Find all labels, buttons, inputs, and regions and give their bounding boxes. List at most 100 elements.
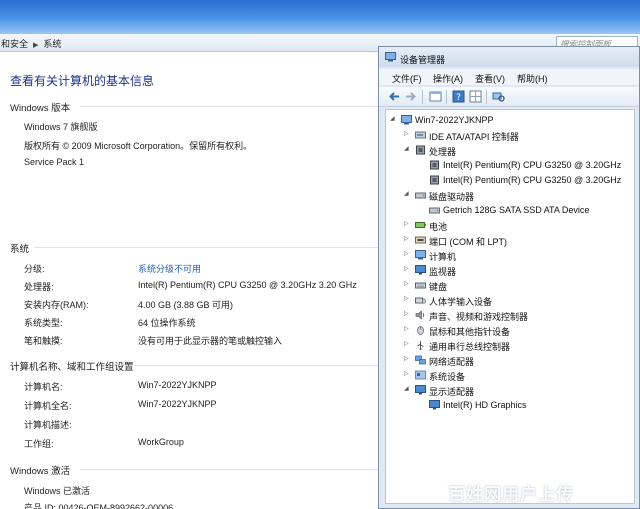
monitor-icon — [415, 265, 426, 275]
breadcrumb-separator-icon: ▶ — [33, 42, 39, 49]
tree-node-label: 键盘 — [429, 282, 448, 292]
window-title-bar — [0, 0, 640, 34]
toolbar: ? — [379, 87, 639, 107]
back-arrow-icon[interactable] — [388, 90, 401, 103]
computer-name-value: Win7-2022YJKNPP — [138, 380, 217, 390]
forward-arrow-icon[interactable] — [404, 90, 417, 103]
breadcrumb-current[interactable]: 系统 — [43, 39, 61, 49]
toolbar-separator — [446, 90, 447, 104]
computer-fullname-value: Win7-2022YJKNPP — [138, 399, 217, 409]
expand-icon[interactable]: ▷ — [404, 356, 411, 363]
view-grid-icon[interactable] — [469, 90, 482, 103]
tree-node-label: 监视器 — [429, 267, 457, 277]
device-manager-title-bar[interactable]: 设备管理器 — [379, 47, 639, 67]
pen-touch-value: 没有可用于此显示器的笔或触控输入 — [138, 336, 283, 346]
collapse-icon[interactable]: ◢ — [404, 386, 411, 393]
processor-icon — [430, 160, 439, 170]
tree-node-label: 系统设备 — [429, 372, 466, 382]
computer-fullname-label: 计算机全名: — [24, 401, 72, 411]
divider — [80, 106, 384, 107]
speaker-icon — [415, 310, 425, 320]
expand-icon[interactable]: ▷ — [404, 236, 411, 243]
divider — [134, 365, 384, 366]
properties-window-icon[interactable] — [429, 90, 442, 103]
system-info-panel: 查看有关计算机的基本信息 Windows 版本 Windows 7 旗舰版 版权… — [0, 52, 384, 509]
ram-value: 4.00 GB (3.88 GB 可用) — [138, 300, 234, 310]
toolbar-separator — [486, 90, 487, 104]
mouse-icon — [417, 326, 424, 335]
hid-device-icon — [415, 297, 426, 304]
scan-hardware-icon[interactable] — [492, 90, 505, 103]
disk-drive-icon — [429, 207, 440, 214]
tree-node-label: 电池 — [429, 222, 448, 232]
expand-icon[interactable]: ▷ — [404, 296, 411, 303]
keyboard-icon — [415, 282, 426, 289]
system-device-icon — [415, 370, 426, 380]
ide-controller-icon — [415, 131, 426, 139]
tree-node-label: 人体学输入设备 — [429, 297, 493, 307]
tree-root-label: Win7-2022YJKNPP — [415, 115, 494, 125]
processor-value: Intel(R) Pentium(R) CPU G3250 @ 3.20GHz … — [138, 280, 357, 290]
processor-icon — [430, 175, 439, 185]
tree-node-label: Getrich 128G SATA SSD ATA Device — [443, 205, 590, 215]
menu-action[interactable]: 操作(A) — [433, 72, 463, 85]
system-section-title: 系统 — [10, 244, 30, 255]
processor-icon — [416, 145, 425, 155]
copyright-text: 版权所有 © 2009 Microsoft Corporation。保留所有权利… — [24, 141, 253, 151]
display-adapter-icon — [415, 385, 426, 395]
device-manager-icon — [385, 52, 396, 62]
expand-icon[interactable]: ▷ — [404, 341, 411, 348]
device-tree[interactable]: ◢ Win7-2022YJKNPP ▷ IDE ATA/ATAPI 控制器 ◢ … — [385, 109, 635, 504]
edition-name: Windows 7 旗舰版 — [24, 122, 98, 132]
processor-label: 处理器: — [24, 282, 54, 292]
svg-text:?: ? — [456, 93, 461, 103]
divider — [34, 247, 384, 248]
usb-icon — [417, 341, 424, 350]
collapse-icon[interactable]: ◢ — [404, 146, 411, 153]
expand-icon[interactable]: ▷ — [404, 221, 411, 228]
collapse-icon[interactable]: ◢ — [390, 116, 397, 123]
expand-icon[interactable]: ▷ — [404, 281, 411, 288]
activation-status: Windows 已激活 — [24, 486, 91, 496]
expand-icon[interactable]: ▷ — [404, 326, 411, 333]
expand-icon[interactable]: ▷ — [404, 311, 411, 318]
computer-name-label: 计算机名: — [24, 382, 63, 392]
collapse-icon[interactable]: ◢ — [404, 191, 411, 198]
rating-label: 分级: — [24, 264, 45, 274]
tree-node-label: 鼠标和其他指针设备 — [429, 327, 511, 337]
expand-icon[interactable]: ▷ — [404, 131, 411, 138]
rating-link[interactable]: 系统分级不可用 — [138, 262, 201, 275]
menu-bar: 文件(F) 操作(A) 查看(V) 帮助(H) — [379, 69, 639, 85]
menu-help[interactable]: 帮助(H) — [517, 72, 548, 85]
pen-touch-label: 笔和触摸: — [24, 336, 63, 346]
workgroup-label: 工作组: — [24, 439, 54, 449]
menu-view[interactable]: 查看(V) — [475, 72, 505, 85]
tree-node-label: Intel(R) Pentium(R) CPU G3250 @ 3.20GHz — [443, 175, 622, 185]
breadcrumb-parent[interactable]: 和安全 — [1, 39, 28, 49]
computer-section-title: 计算机名称、域和工作组设置 — [10, 362, 134, 373]
computer-icon — [415, 250, 426, 260]
help-icon[interactable]: ? — [452, 90, 465, 103]
expand-icon[interactable]: ▷ — [404, 266, 411, 273]
expand-icon[interactable]: ▷ — [404, 251, 411, 258]
tree-node-label: Intel(R) HD Graphics — [443, 400, 527, 410]
tree-node-label: 显示适配器 — [429, 387, 475, 397]
product-id: 产品 ID: 00426-OEM-8992662-00006 — [24, 503, 174, 509]
toolbar-separator — [422, 90, 423, 104]
expand-icon[interactable]: ▷ — [404, 371, 411, 378]
tree-node-label: 计算机 — [429, 252, 457, 262]
computer-description-label: 计算机描述: — [24, 420, 72, 430]
device-manager-title: 设备管理器 — [400, 55, 446, 65]
system-type-value: 64 位操作系统 — [138, 318, 196, 328]
divider — [80, 469, 384, 470]
tree-node-label: 通用串行总线控制器 — [429, 342, 511, 352]
workgroup-value: WorkGroup — [138, 437, 184, 447]
battery-icon — [415, 222, 426, 228]
breadcrumb: 和安全 ▶ 系统 — [1, 37, 61, 50]
menu-file[interactable]: 文件(F) — [392, 72, 422, 85]
tree-node-label: 端口 (COM 和 LPT) — [429, 237, 507, 247]
activation-section-title: Windows 激活 — [10, 466, 71, 477]
tree-node-label: 声音、视频和游戏控制器 — [429, 312, 529, 322]
device-manager-window: 设备管理器 文件(F) 操作(A) 查看(V) 帮助(H) ? ◢ Win7-2… — [378, 46, 640, 509]
system-type-label: 系统类型: — [24, 318, 63, 328]
